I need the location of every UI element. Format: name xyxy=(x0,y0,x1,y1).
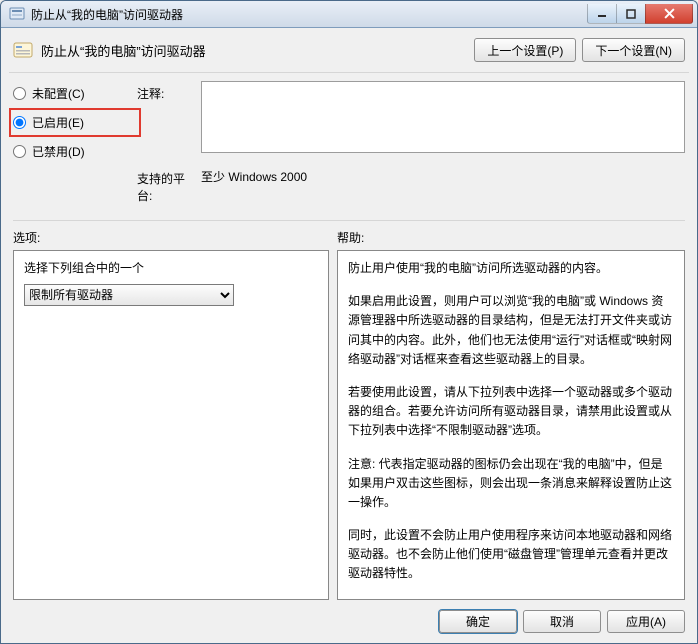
gpo-dialog-window: 防止从“我的电脑”访问驱动器 防止从“我的 xyxy=(0,0,698,644)
header-row: 防止从“我的电脑”访问驱动器 上一个设置(P) 下一个设置(N) xyxy=(9,28,689,70)
column-headers: 选项: 帮助: xyxy=(9,229,689,250)
help-text: 如果启用此设置，则用户可以浏览“我的电脑”或 Windows 资源管理器中所选驱… xyxy=(348,292,674,369)
divider2 xyxy=(13,220,685,221)
help-text: 同时，此设置不会防止用户使用程序来访问本地驱动器和网络驱动器。也不会防止他们使用… xyxy=(348,526,674,584)
supported-value: 至少 Windows 2000 xyxy=(201,166,685,185)
status-radios: 未配置(C) 已启用(E) 已禁用(D) xyxy=(13,81,133,160)
comment-label: 注释: xyxy=(137,81,197,102)
help-text: 防止用户使用“我的电脑”访问所选驱动器的内容。 xyxy=(348,259,674,278)
minimize-button[interactable] xyxy=(587,4,617,24)
radio-not-configured-label: 未配置(C) xyxy=(32,85,85,102)
radio-disabled-label: 已禁用(D) xyxy=(32,143,85,160)
apply-button[interactable]: 应用(A) xyxy=(607,610,685,633)
help-panel: 防止用户使用“我的电脑”访问所选驱动器的内容。 如果启用此设置，则用户可以浏览“… xyxy=(337,250,685,600)
radio-disabled[interactable]: 已禁用(D) xyxy=(13,143,133,160)
help-text: 若要使用此设置，请从下拉列表中选择一个驱动器或多个驱动器的组合。若要允许访问所有… xyxy=(348,383,674,441)
help-heading: 帮助: xyxy=(337,229,685,246)
radio-enabled[interactable]: 已启用(E) xyxy=(9,108,141,137)
drive-combo[interactable]: 限制所有驱动器 xyxy=(24,284,234,306)
window-title: 防止从“我的电脑”访问驱动器 xyxy=(31,6,183,23)
status-grid: 未配置(C) 已启用(E) 已禁用(D) 注释: 支持的平台: 至少 Windo… xyxy=(9,81,689,212)
page-title: 防止从“我的电脑”访问驱动器 xyxy=(41,41,206,60)
supported-label: 支持的平台: xyxy=(137,166,197,204)
radio-not-configured-input[interactable] xyxy=(13,87,26,100)
close-button[interactable] xyxy=(645,4,693,24)
divider xyxy=(9,72,689,73)
radio-disabled-input[interactable] xyxy=(13,145,26,158)
options-prompt: 选择下列组合中的一个 xyxy=(24,259,318,276)
title-bar[interactable]: 防止从“我的电脑”访问驱动器 xyxy=(1,1,697,28)
next-setting-button[interactable]: 下一个设置(N) xyxy=(582,38,685,62)
footer-buttons: 确定 取消 应用(A) xyxy=(9,600,689,635)
radio-enabled-label: 已启用(E) xyxy=(32,114,84,131)
lower-columns: 选择下列组合中的一个 限制所有驱动器 防止用户使用“我的电脑”访问所选驱动器的内… xyxy=(9,250,689,600)
system-icon xyxy=(9,6,25,22)
radio-enabled-input[interactable] xyxy=(13,116,26,129)
ok-button[interactable]: 确定 xyxy=(439,610,517,633)
radio-not-configured[interactable]: 未配置(C) xyxy=(13,85,133,102)
maximize-button[interactable] xyxy=(616,4,646,24)
cancel-button[interactable]: 取消 xyxy=(523,610,601,633)
help-text: 注意: 代表指定驱动器的图标仍会出现在“我的电脑”中，但是如果用户双击这些图标，… xyxy=(348,455,674,513)
previous-setting-button[interactable]: 上一个设置(P) xyxy=(474,38,576,62)
window-buttons xyxy=(588,4,693,24)
options-panel: 选择下列组合中的一个 限制所有驱动器 xyxy=(13,250,329,600)
options-heading: 选项: xyxy=(13,229,329,246)
policy-icon xyxy=(13,40,33,60)
client-area: 防止从“我的电脑”访问驱动器 上一个设置(P) 下一个设置(N) 未配置(C) … xyxy=(1,28,697,643)
comment-textarea[interactable] xyxy=(201,81,685,153)
